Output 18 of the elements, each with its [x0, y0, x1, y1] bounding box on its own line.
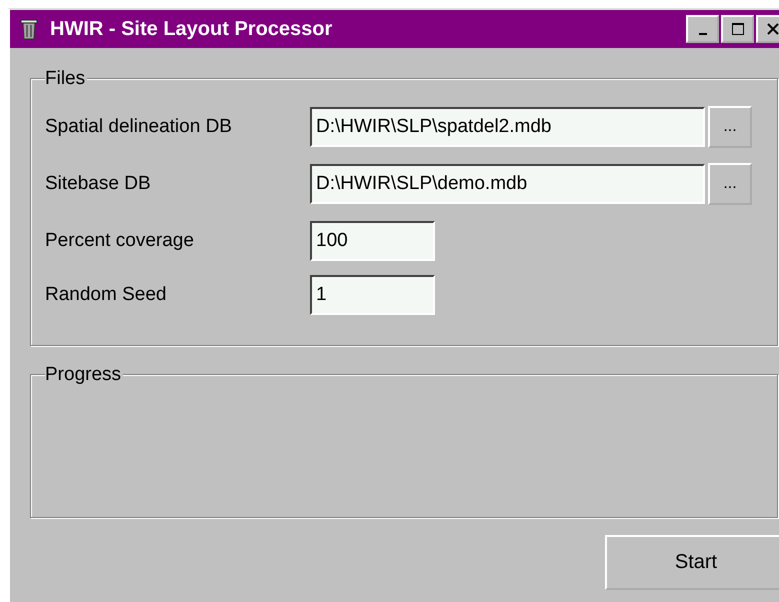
group-title: Progress: [45, 364, 124, 386]
field-label: Random Seed: [45, 284, 168, 306]
minimize-icon: [698, 33, 706, 35]
start-button[interactable]: Start: [605, 535, 779, 590]
window-title: HWIR - Site Layout Processor: [50, 18, 332, 40]
maximize-button[interactable]: [721, 15, 754, 43]
browse-button[interactable]: ...: [708, 163, 752, 205]
field-label: Sitebase DB: [45, 173, 152, 195]
path-field[interactable]: D:\HWIR\SLP\spatdel2.mdb: [310, 107, 705, 147]
path-field[interactable]: D:\HWIR\SLP\demo.mdb: [310, 164, 705, 204]
trash-can-icon: [20, 18, 38, 40]
browse-button[interactable]: ...: [708, 106, 752, 148]
field-label: Percent coverage: [45, 230, 195, 252]
maximize-icon: [730, 22, 744, 36]
input-field[interactable]: 100: [310, 221, 435, 261]
field-label: Spatial delineation DB: [45, 116, 233, 138]
close-icon: [766, 22, 779, 36]
input-field[interactable]: 1: [310, 275, 435, 315]
